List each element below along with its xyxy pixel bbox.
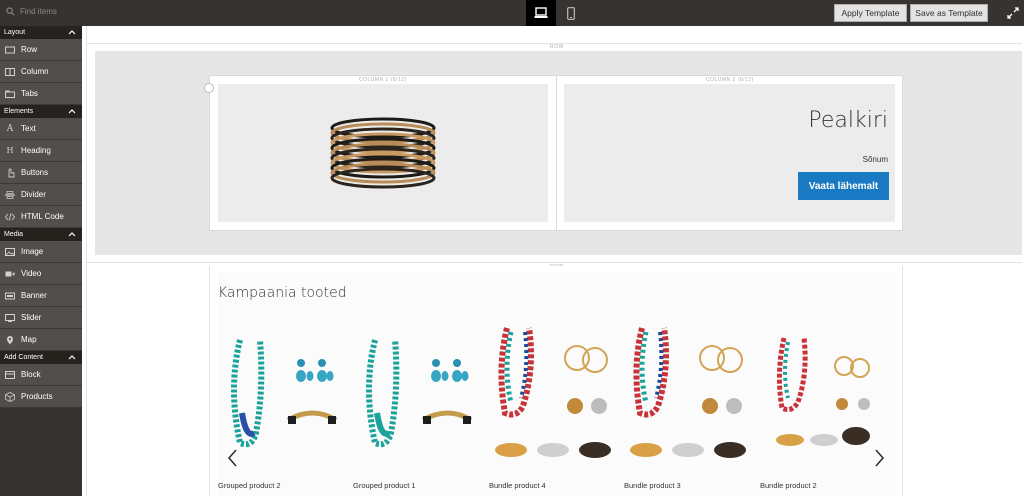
product-image[interactable]	[353, 318, 479, 468]
sidebar-item-label: Products	[21, 392, 53, 401]
sidebar-item-label: Video	[21, 269, 42, 278]
row-icon	[5, 45, 15, 55]
product-name[interactable]: Grouped product 1	[353, 481, 416, 490]
sidebar-item-label: Tabs	[21, 89, 38, 98]
section-label: Add Content	[4, 354, 43, 361]
sidebar-item-heading[interactable]: H Heading	[0, 140, 82, 162]
banner-message[interactable]: Sõnum	[800, 155, 888, 164]
resize-handle[interactable]	[204, 83, 214, 93]
sidebar-item-label: Map	[21, 335, 37, 344]
stage-border	[86, 26, 87, 496]
map-pin-icon	[5, 335, 15, 345]
desktop-view-button[interactable]	[526, 0, 556, 26]
section-elements[interactable]: Elements	[0, 105, 82, 118]
sidebar-item-map[interactable]: Map	[0, 329, 82, 351]
chevron-up-icon	[68, 109, 76, 114]
pointer-icon	[5, 168, 15, 178]
sidebar-item-divider[interactable]: Divider	[0, 184, 82, 206]
banner-heading[interactable]: Pealkiri	[760, 108, 888, 133]
heading-icon: H	[6, 146, 14, 155]
search-placeholder: Find items	[20, 6, 57, 16]
sidebar-item-label: Banner	[21, 291, 47, 300]
sidebar-item-label: Block	[21, 370, 41, 379]
image-icon	[5, 247, 15, 257]
product-image[interactable]	[624, 318, 750, 468]
code-icon	[5, 212, 15, 222]
sidebar-item-column[interactable]: Column	[0, 61, 82, 83]
divider-icon	[5, 190, 15, 200]
column-icon	[5, 67, 15, 77]
sidebar-item-label: Buttons	[21, 168, 49, 177]
video-icon	[5, 269, 15, 279]
sidebar-item-video[interactable]: Video	[0, 263, 82, 285]
section-add-content[interactable]: Add Content	[0, 351, 82, 364]
column-divider[interactable]	[556, 75, 557, 231]
sidebar-item-buttons[interactable]: Buttons	[0, 162, 82, 184]
mobile-view-button[interactable]	[556, 0, 586, 26]
section-label: Media	[4, 231, 24, 238]
sidebar-item-image[interactable]: Image	[0, 241, 82, 263]
column-2[interactable]	[564, 84, 895, 222]
section-layout[interactable]: Layout	[0, 26, 82, 39]
bangles-image	[330, 117, 436, 189]
block-icon	[5, 370, 15, 380]
mobile-icon	[567, 6, 575, 20]
fullscreen-icon[interactable]	[1006, 6, 1020, 20]
product-name[interactable]: Bundle product 3	[624, 481, 681, 490]
tabs-icon	[5, 89, 15, 99]
sidebar-item-products[interactable]: Products	[0, 386, 82, 408]
desktop-icon	[534, 7, 548, 18]
column2-label: COLUMN 2 (6/12)	[706, 77, 754, 83]
row-label: ROW	[550, 44, 564, 50]
products-title[interactable]: Kampaania tooted	[218, 285, 347, 301]
column1-label: COLUMN 1 (6/12)	[359, 77, 407, 83]
sidebar-item-label: Image	[21, 247, 44, 256]
chevron-up-icon	[68, 232, 76, 237]
text-icon: A	[6, 123, 14, 134]
box-icon	[5, 391, 15, 402]
sidebar-item-row[interactable]: Row	[0, 39, 82, 61]
top-toolbar: Find items Apply Template Save as Templa…	[0, 0, 1024, 26]
chevron-up-icon	[68, 30, 76, 35]
sidebar-item-label: Slider	[21, 313, 42, 322]
row-divider	[86, 262, 1022, 263]
sidebar-item-block[interactable]: Block	[0, 364, 82, 386]
sidebar-item-text[interactable]: A Text	[0, 118, 82, 140]
sidebar-item-label: HTML Code	[21, 212, 64, 221]
product-name[interactable]: Grouped product 2	[218, 481, 281, 490]
search-input[interactable]: Find items	[0, 0, 82, 22]
sidebar-item-label: Divider	[21, 190, 46, 199]
product-name[interactable]: Bundle product 2	[760, 481, 817, 490]
sidebar-item-tabs[interactable]: Tabs	[0, 83, 82, 105]
product-name[interactable]: Bundle product 4	[489, 481, 546, 490]
banner-icon	[5, 291, 15, 301]
view-more-button[interactable]: Vaata lähemalt	[798, 172, 889, 200]
sidebar-item-slider[interactable]: Slider	[0, 307, 82, 329]
sidebar-item-label: Text	[21, 124, 36, 133]
search-icon	[6, 6, 15, 15]
sidebar-item-banner[interactable]: Banner	[0, 285, 82, 307]
section-label: Elements	[4, 108, 34, 115]
sidebar-item-label: Column	[21, 67, 49, 76]
column-1[interactable]	[218, 84, 548, 222]
sidebar-item-label: Heading	[21, 146, 51, 155]
product-image[interactable]	[218, 318, 344, 468]
product-image[interactable]	[489, 318, 615, 468]
slider-icon	[5, 313, 15, 323]
chevron-left-icon[interactable]	[226, 448, 240, 468]
save-as-template-button[interactable]: Save as Template	[910, 4, 988, 22]
chevron-up-icon	[68, 355, 76, 360]
apply-template-button[interactable]: Apply Template	[834, 4, 907, 22]
product-image[interactable]	[760, 318, 886, 468]
sidebar-item-html-code[interactable]: HTML Code	[0, 206, 82, 228]
section-media[interactable]: Media	[0, 228, 82, 241]
sidebar-item-label: Row	[21, 45, 38, 54]
section-label: Layout	[4, 29, 26, 36]
sidebar: Layout Row Column Tabs Elements A Text HH…	[0, 26, 82, 496]
chevron-right-icon[interactable]	[872, 448, 886, 468]
